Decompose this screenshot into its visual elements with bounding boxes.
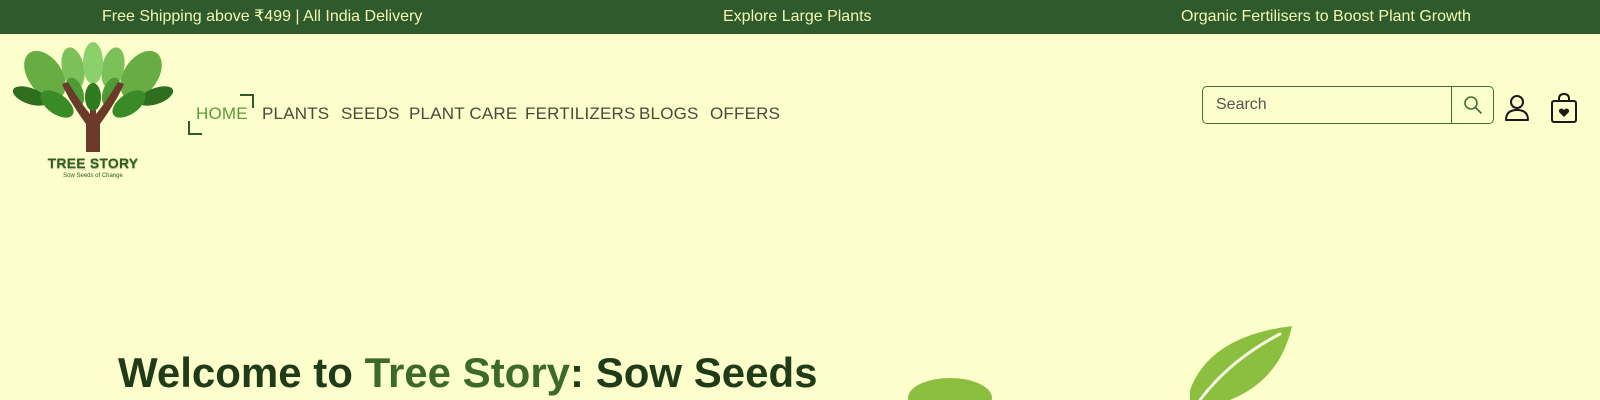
nav-item-home[interactable]: HOME: [196, 101, 248, 127]
search-input[interactable]: [1203, 87, 1451, 123]
search-box: [1202, 86, 1494, 124]
nav-item-offers[interactable]: OFFERS: [710, 101, 780, 127]
nav-item-plants[interactable]: PLANTS: [262, 101, 329, 127]
shopping-bag-icon[interactable]: [1550, 92, 1578, 124]
site-logo[interactable]: TREE STORY Sow Seeds of Change: [10, 42, 176, 187]
search-button[interactable]: [1451, 87, 1493, 123]
announcement-shipping[interactable]: Free Shipping above ₹499 | All India Del…: [102, 0, 422, 34]
search-icon: [1464, 96, 1482, 114]
announcement-large-plants[interactable]: Explore Large Plants: [723, 0, 872, 34]
hero-title-suffix: : Sow Seeds: [570, 349, 818, 396]
hero-title-brand: Tree Story: [364, 349, 571, 396]
nav-item-seeds[interactable]: SEEDS: [341, 101, 400, 127]
nav-item-blogs[interactable]: BLOGS: [639, 101, 699, 127]
user-icon[interactable]: [1504, 94, 1530, 122]
hero-leaf-image: [908, 326, 1292, 400]
nav-item-fertilizers[interactable]: FERTILIZERS: [525, 101, 636, 127]
announcement-bar: Free Shipping above ₹499 | All India Del…: [0, 0, 1600, 34]
hero-title-prefix: Welcome to: [118, 349, 365, 396]
logo-name: TREE STORY: [47, 155, 139, 171]
logo-tagline: Sow Seeds of Change: [63, 173, 123, 179]
tree-logo-icon: [12, 42, 174, 152]
hero-title: Welcome to Tree Story: Sow Seeds: [118, 349, 818, 396]
nav-item-plant-care[interactable]: PLANT CARE: [409, 101, 517, 127]
announcement-fertilisers[interactable]: Organic Fertilisers to Boost Plant Growt…: [1181, 0, 1471, 34]
